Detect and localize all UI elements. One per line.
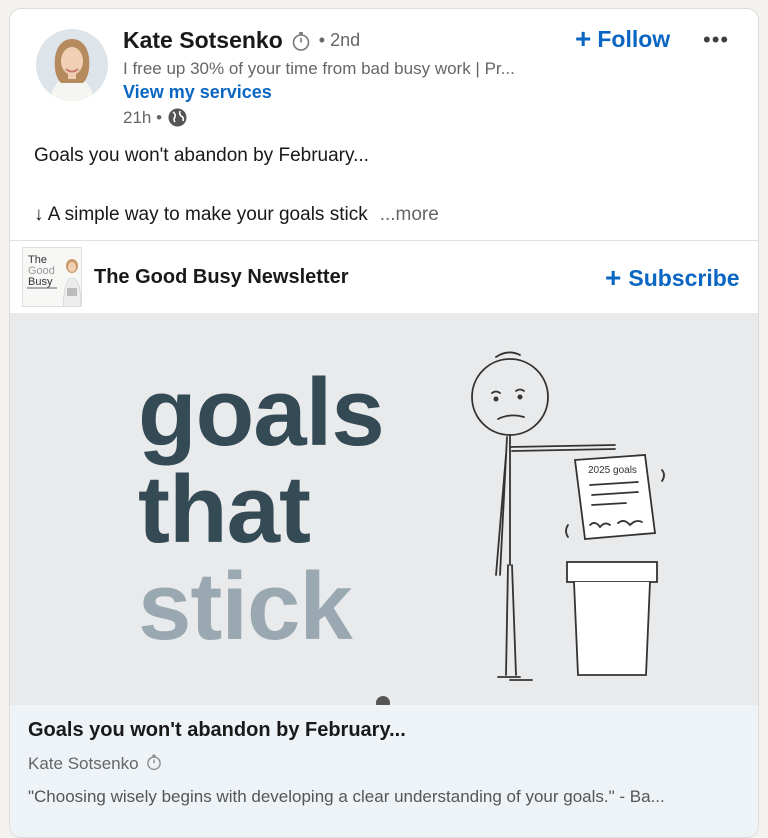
article-author-row: Kate Sotsenko — [28, 753, 167, 775]
see-more-link[interactable]: ...more — [380, 204, 439, 226]
stopwatch-icon — [145, 753, 167, 775]
article-author: Kate Sotsenko — [28, 754, 139, 773]
plus-icon: + — [575, 23, 592, 54]
stopwatch-icon — [290, 30, 312, 52]
image-word: stick — [138, 553, 353, 660]
newsletter-title[interactable]: The Good Busy Newsletter — [94, 266, 349, 289]
paper-label: 2025 goals — [588, 465, 637, 476]
newsletter-logo[interactable]: The Good Busy — [22, 247, 82, 307]
commentary-text: ↓ A simple way to make your goals stick — [34, 204, 368, 225]
author-name[interactable]: Kate Sotsenko — [123, 27, 283, 54]
connection-degree: • 2nd — [318, 30, 361, 50]
image-word: goals — [138, 359, 385, 466]
globe-icon — [167, 107, 188, 128]
post-commentary-line2: ↓ A simple way to make your goals stick … — [34, 204, 439, 226]
author-row: Kate Sotsenko • 2nd — [123, 27, 360, 54]
article-image[interactable]: goals that stick 2025 goals — [10, 313, 758, 710]
follow-button[interactable]: + Follow — [575, 25, 670, 53]
article-preview[interactable]: Goals you won't abandon by February... K… — [10, 705, 758, 837]
subscribe-button[interactable]: + Subscribe — [605, 264, 740, 292]
follow-label: Follow — [597, 25, 671, 52]
plus-icon: + — [605, 262, 622, 293]
image-word: that — [138, 456, 311, 563]
article-quote: "Choosing wisely begins with developing … — [28, 787, 665, 806]
article-title: Goals you won't abandon by February... — [28, 719, 406, 741]
post-commentary-line1: Goals you won't abandon by February... — [34, 145, 369, 166]
author-avatar[interactable] — [36, 29, 108, 101]
more-icon[interactable]: ••• — [703, 27, 729, 53]
subscribe-label: Subscribe — [628, 264, 740, 291]
feed-post-card: Kate Sotsenko • 2nd I free up 30% of you… — [9, 8, 759, 838]
divider — [10, 240, 758, 241]
author-headline: I free up 30% of your time from bad busy… — [123, 59, 515, 78]
view-services-link[interactable]: View my services — [123, 82, 272, 103]
post-time: 21h • — [123, 107, 163, 127]
stick-figure-illustration: 2025 goals — [471, 351, 665, 681]
post-meta: 21h • — [123, 107, 188, 128]
